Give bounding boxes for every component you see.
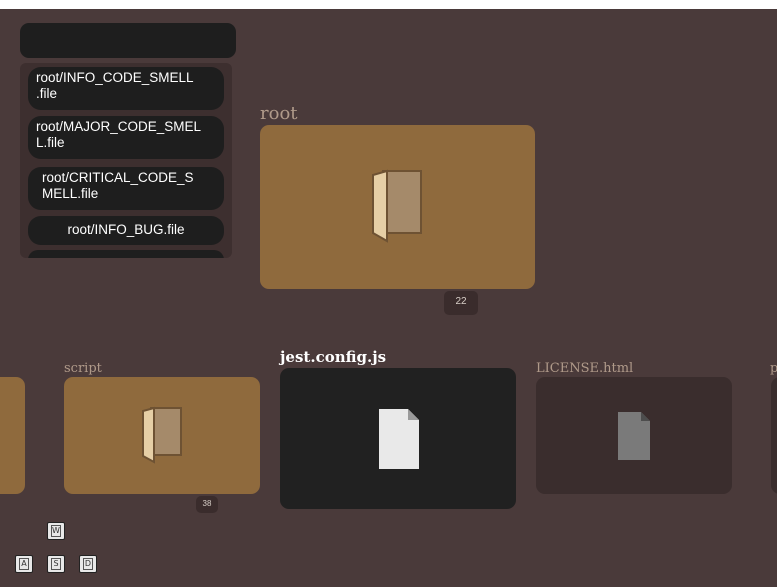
issue-item-line: root/INFO_CODE_SMELL — [36, 70, 194, 85]
issue-item[interactable]: root/MAJOR_CODE_SMEL L.file — [28, 116, 224, 159]
key-label: W — [51, 525, 61, 537]
key-label: A — [19, 558, 29, 570]
node-label-script: script — [64, 361, 102, 376]
count-badge-root: 22 — [444, 291, 478, 315]
city-view[interactable]: root/INFO_CODE_SMELL .file root/MAJOR_CO… — [0, 9, 777, 587]
key-a-icon: A — [15, 555, 33, 573]
key-w-icon: W — [47, 522, 65, 540]
file-icon — [618, 412, 650, 460]
issue-item[interactable]: root/CRITICAL_CODE_S MELL.file — [28, 167, 224, 210]
issue-list: root/INFO_CODE_SMELL .file root/MAJOR_CO… — [20, 63, 232, 258]
folder-script[interactable] — [64, 377, 260, 494]
issue-item-line: L.file — [36, 135, 65, 150]
key-s-icon: S — [47, 555, 65, 573]
folder-door-icon — [142, 406, 182, 464]
folder-root[interactable] — [260, 125, 535, 289]
node-label-jest-config: jest.config.js — [280, 348, 387, 366]
issue-item[interactable] — [28, 250, 224, 258]
issue-item[interactable]: root/INFO_CODE_SMELL .file — [28, 67, 224, 110]
file-icon — [379, 409, 419, 469]
file-partial-right[interactable] — [771, 377, 777, 494]
file-license[interactable] — [536, 377, 732, 494]
node-label-root: root — [260, 103, 298, 124]
issue-item-line: .file — [36, 86, 58, 101]
search-input[interactable] — [20, 23, 236, 58]
issue-item-line: root/MAJOR_CODE_SMEL — [36, 119, 202, 134]
folder-door-icon — [372, 169, 422, 243]
issue-item-line: root/CRITICAL_CODE_S — [42, 170, 194, 185]
key-d-icon: D — [79, 555, 97, 573]
file-jest-config[interactable] — [280, 368, 516, 509]
folder-partial-left[interactable] — [0, 377, 25, 494]
node-label-license: LICENSE.html — [536, 361, 634, 376]
key-label: S — [51, 558, 61, 570]
key-label: D — [83, 558, 93, 570]
issue-item-line: MELL.file — [42, 186, 99, 201]
count-badge-script: 38 — [196, 496, 218, 513]
node-label-partial: p — [770, 361, 777, 376]
issue-item[interactable]: root/INFO_BUG.file — [28, 216, 224, 245]
